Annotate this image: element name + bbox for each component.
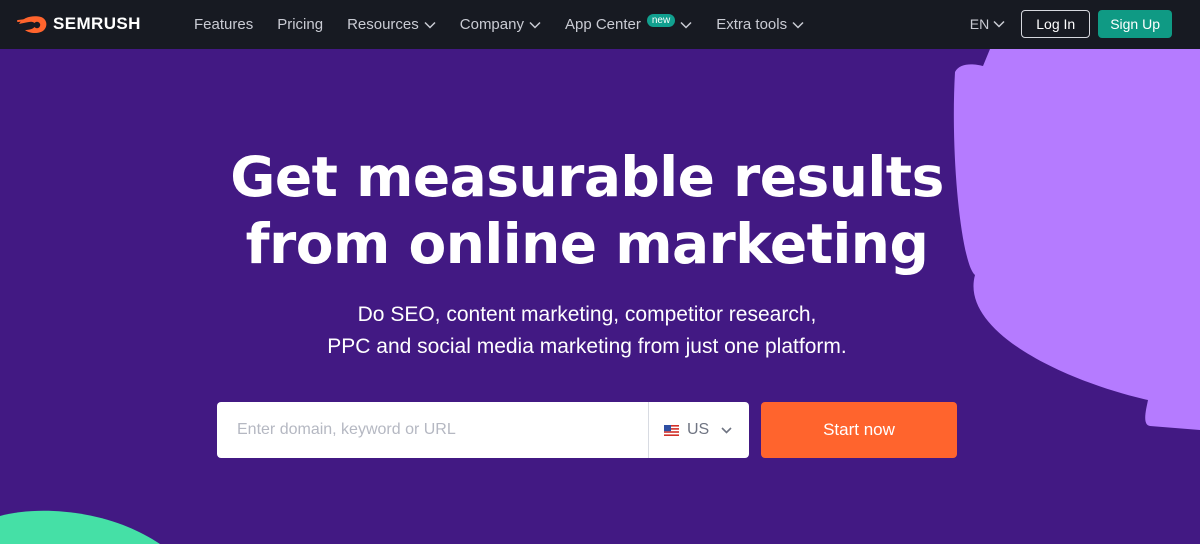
start-now-button[interactable]: Start now bbox=[761, 402, 957, 458]
nav-item-pricing[interactable]: Pricing bbox=[277, 16, 323, 33]
search-box: US bbox=[217, 402, 749, 458]
new-badge: new bbox=[646, 14, 676, 27]
language-label: EN bbox=[969, 16, 990, 32]
purple-blob-shape bbox=[953, 49, 1200, 430]
brand-name: SEMRUSH bbox=[53, 14, 141, 33]
nav-item-label: Pricing bbox=[277, 16, 324, 33]
hero-subtitle: Do SEO, content marketing, competitor re… bbox=[250, 299, 924, 363]
nav-item-app-center[interactable]: App Center new bbox=[564, 14, 692, 33]
hero-title-line-2: from online marketing bbox=[245, 212, 929, 276]
hero-title-line-1: Get measurable results bbox=[230, 145, 944, 209]
hero-subtitle-line-2: PPC and social media marketing from just… bbox=[327, 335, 847, 358]
nav-item-label: App Center bbox=[564, 16, 641, 33]
us-flag-icon bbox=[664, 424, 679, 436]
hero-title: Get measurable results from online marke… bbox=[200, 144, 974, 278]
nav-item-features[interactable]: Features bbox=[194, 16, 253, 33]
nav-item-extra-tools[interactable]: Extra tools bbox=[716, 16, 804, 33]
chevron-down-icon bbox=[993, 20, 1005, 28]
login-button[interactable]: Log In bbox=[1021, 10, 1091, 38]
nav-item-company[interactable]: Company bbox=[460, 16, 541, 33]
signup-button[interactable]: Sign Up bbox=[1098, 10, 1172, 38]
chevron-down-icon bbox=[721, 426, 732, 434]
chevron-down-icon bbox=[680, 21, 692, 29]
language-selector[interactable]: EN bbox=[970, 16, 1005, 32]
nav-item-label: Resources bbox=[347, 16, 419, 33]
semrush-flame-icon bbox=[17, 16, 47, 33]
nav-actions: EN Log In Sign Up bbox=[970, 10, 1172, 38]
nav-item-label: Company bbox=[459, 16, 524, 33]
nav-item-label: Features bbox=[194, 16, 254, 33]
search-input[interactable] bbox=[217, 402, 648, 458]
nav-menu: Features Pricing Resources Company App C… bbox=[194, 0, 828, 49]
landing-page: SEMRUSH Features Pricing Resources Compa… bbox=[0, 0, 1200, 544]
chevron-down-icon bbox=[529, 21, 541, 29]
nav-item-label: Extra tools bbox=[716, 16, 788, 33]
chevron-down-icon bbox=[792, 21, 804, 29]
semrush-logo[interactable]: SEMRUSH bbox=[17, 13, 141, 35]
nav-item-resources[interactable]: Resources bbox=[347, 16, 436, 33]
hero-subtitle-line-1: Do SEO, content marketing, competitor re… bbox=[357, 303, 817, 326]
top-navbar: SEMRUSH Features Pricing Resources Compa… bbox=[0, 0, 1200, 49]
country-selector[interactable]: US bbox=[648, 402, 749, 458]
country-label: US bbox=[687, 421, 710, 438]
mint-blob-shape bbox=[0, 510, 160, 544]
chevron-down-icon bbox=[424, 21, 436, 29]
